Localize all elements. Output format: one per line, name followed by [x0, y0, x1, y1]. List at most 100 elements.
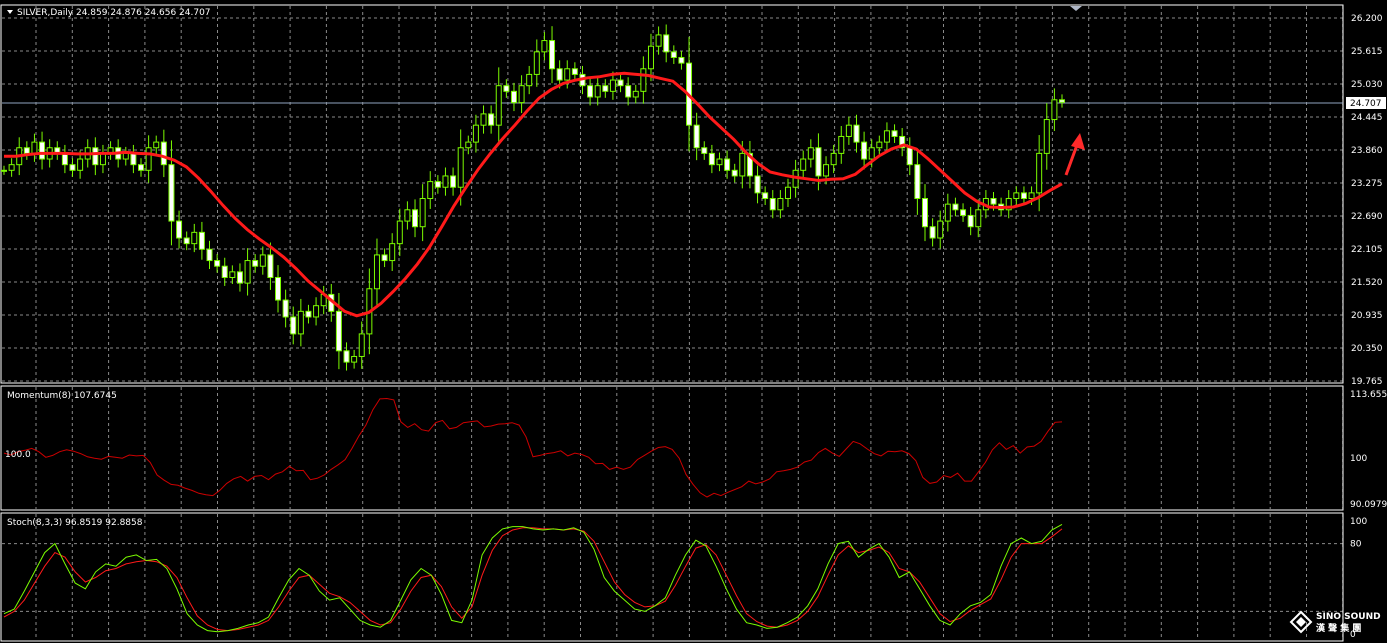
candle-body: [419, 198, 426, 228]
candle-body: [1028, 192, 1035, 200]
candle-body: [503, 85, 510, 92]
candle-body: [221, 265, 228, 278]
candle-body: [153, 141, 160, 149]
candle-body: [777, 198, 784, 211]
candle-body: [647, 45, 654, 70]
stoch-title: Stoch(8,3,3) 96.8519 92.8858: [7, 518, 143, 528]
candle-body: [564, 68, 571, 81]
candle-body: [625, 85, 632, 98]
candle-body: [130, 152, 137, 166]
candle-body: [663, 34, 670, 53]
candle-body: [800, 158, 807, 171]
candle-body: [145, 147, 152, 171]
candle-body: [762, 192, 769, 200]
candle-body: [472, 124, 479, 143]
candle-body: [351, 355, 358, 363]
candle-body: [23, 147, 30, 154]
candle-body: [465, 141, 472, 149]
candle-body: [206, 248, 213, 262]
candle-body: [191, 231, 198, 245]
candle-body: [1013, 192, 1020, 200]
candle-body: [724, 158, 731, 171]
candle-body: [282, 299, 289, 318]
candle-body: [876, 141, 883, 149]
candle-body: [838, 135, 845, 154]
current-price-label: 24.707: [1350, 99, 1382, 109]
candle-body: [883, 130, 890, 143]
candle-body: [442, 175, 449, 188]
momentum-axis-tick: 90.0979: [1350, 500, 1387, 510]
candle-body: [906, 147, 913, 166]
candle-body: [754, 175, 761, 194]
candle-body: [313, 305, 320, 318]
candle-body: [427, 181, 434, 200]
candle-body: [670, 51, 677, 58]
momentum-ref-label: 100.0: [5, 450, 31, 460]
candle-body: [556, 68, 563, 81]
candle-body: [678, 56, 685, 64]
main-chart-title: SILVER,Daily 24.859 24.876 24.656 24.707: [17, 8, 211, 18]
candle-body: [716, 158, 723, 166]
candle-body: [632, 90, 639, 98]
candle-body: [937, 220, 944, 239]
candle-body: [1043, 119, 1050, 154]
candle-body: [434, 181, 441, 188]
price-axis-tick: 23.275: [1351, 179, 1383, 189]
trading-chart: SILVER,Daily 24.859 24.876 24.656 24.707…: [0, 0, 1387, 643]
candle-body: [176, 220, 183, 239]
candle-body: [944, 203, 951, 222]
candle-body: [275, 276, 282, 301]
candle-body: [541, 40, 548, 53]
candle-body: [891, 130, 898, 137]
stoch-axis-tick: 80: [1350, 540, 1362, 550]
candle-body: [609, 79, 616, 92]
candle-body: [358, 333, 365, 357]
candle-body: [305, 310, 312, 318]
momentum-title: Momentum(8) 107.6745: [7, 391, 117, 401]
candle-body: [1, 169, 7, 172]
brand-name: SINO SOUND: [1316, 612, 1381, 622]
candle-body: [99, 152, 106, 166]
candle-body: [381, 254, 388, 262]
candle-body: [594, 85, 601, 98]
price-axis-tick: 19.765: [1351, 377, 1383, 387]
candle-body: [450, 175, 457, 188]
candle-body: [198, 231, 205, 250]
candle-body: [495, 85, 502, 126]
candle-body: [267, 254, 274, 278]
momentum-axis-tick: 100: [1350, 454, 1367, 464]
candle-body: [526, 73, 533, 87]
candle-body: [69, 164, 76, 171]
candle-body: [739, 152, 746, 177]
candle-body: [214, 260, 221, 267]
momentum-axis-tick: 113.6553: [1350, 390, 1387, 400]
candle-body: [373, 254, 380, 290]
candle-body: [602, 85, 609, 92]
brand-subtitle: 漢 聲 集 團: [1316, 622, 1361, 634]
candle-body: [823, 164, 830, 177]
price-axis-tick: 22.105: [1351, 245, 1383, 255]
price-axis-tick: 22.690: [1351, 212, 1383, 222]
candle-body: [396, 220, 403, 245]
candle-body: [693, 124, 700, 149]
candle-body: [259, 254, 266, 267]
candle-body: [1051, 99, 1058, 121]
candle-body: [975, 209, 982, 228]
candle-body: [960, 209, 967, 216]
candle-body: [92, 147, 99, 166]
candle-body: [701, 147, 708, 154]
candle-body: [617, 79, 624, 87]
chart-background: [0, 0, 1387, 643]
candle-body: [290, 316, 297, 335]
candle-body: [845, 124, 852, 137]
candle-body: [929, 226, 936, 239]
candle-body: [587, 85, 594, 98]
candle-body: [480, 113, 487, 126]
candle-body: [412, 209, 419, 228]
price-axis-tick: 25.030: [1351, 80, 1383, 90]
candle-body: [1059, 99, 1065, 103]
candle-body: [488, 113, 495, 126]
candle-body: [952, 203, 959, 211]
stoch-axis-tick: 100: [1350, 517, 1367, 527]
candle-body: [518, 85, 525, 104]
